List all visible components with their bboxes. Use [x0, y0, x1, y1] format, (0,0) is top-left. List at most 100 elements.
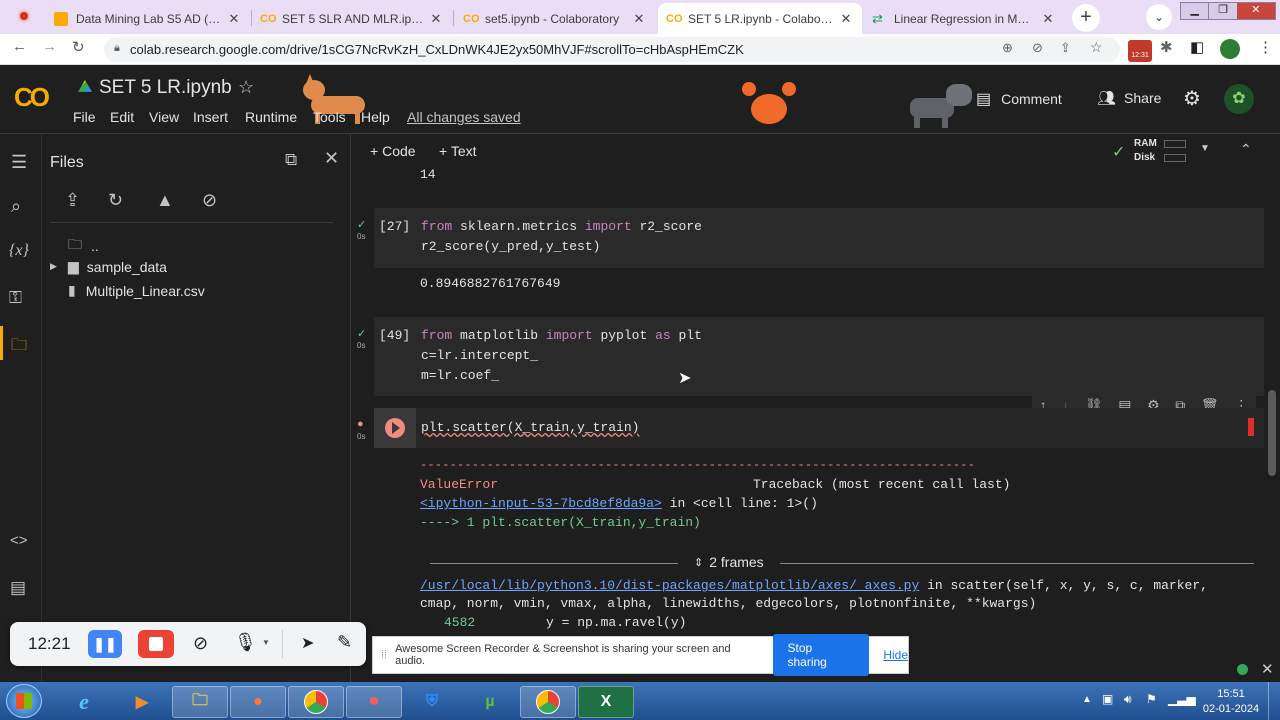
upload-icon[interactable]: ⇪	[65, 190, 80, 211]
tab-close-icon[interactable]: ✕	[631, 11, 647, 27]
user-avatar[interactable]: ✿	[1224, 84, 1254, 114]
camera-off-icon[interactable]: ⊘	[193, 633, 208, 654]
share-button[interactable]: 👥︎ Share	[1097, 89, 1161, 107]
vpn-taskbar-icon[interactable]: ⛨	[404, 686, 460, 718]
star-icon[interactable]: ☆	[238, 77, 254, 98]
firefox-taskbar-icon[interactable]: ●	[230, 686, 286, 718]
mount-drive-icon[interactable]: ▲	[156, 190, 174, 211]
colab-logo[interactable]: CO	[14, 82, 50, 113]
open-in-tab-icon[interactable]: ⧉	[285, 150, 297, 170]
pause-button[interactable]: ❚❚	[88, 630, 122, 658]
zoom-icon[interactable]: ⊕	[1002, 40, 1013, 56]
recorder-extension-icon[interactable]: 12:31	[1128, 40, 1152, 62]
browser-menu-icon[interactable]: ⋮	[1258, 38, 1273, 56]
start-button[interactable]	[6, 684, 42, 718]
volume-icon[interactable]: 🔊︎	[1124, 692, 1132, 707]
browser-tab[interactable]: CO SET 5 SLR AND MLR.ipynb - C ✕	[252, 3, 452, 34]
resources-indicator[interactable]: RAM Disk	[1134, 137, 1157, 165]
menu-tools[interactable]: Tools	[313, 109, 346, 125]
menu-runtime[interactable]: Runtime	[245, 109, 297, 125]
menu-file[interactable]: File	[73, 109, 96, 125]
code-line[interactable]: plt.scatter(X_train,y_train)	[421, 420, 639, 435]
media-player-taskbar-icon[interactable]: ▶	[114, 686, 170, 718]
profile-avatar[interactable]	[1220, 39, 1240, 59]
explorer-taskbar-icon[interactable]: 🗀︎	[172, 686, 228, 718]
drag-handle-icon[interactable]: ⁞⁞	[381, 649, 387, 661]
tab-search-icon[interactable]: ⌄	[1146, 4, 1172, 30]
code-cell-focused[interactable]: plt.scatter(X_train,y_train)	[374, 408, 1264, 448]
show-desktop-button[interactable]	[1268, 682, 1280, 720]
tab-close-icon[interactable]: ✕	[838, 11, 854, 27]
stop-sharing-button[interactable]: Stop sharing	[772, 634, 870, 676]
folder-icon[interactable]: 🗀︎	[11, 334, 27, 361]
ie-taskbar-icon[interactable]: e	[56, 686, 112, 718]
cursor-tool-icon[interactable]: ➤	[301, 633, 314, 653]
tray-icon[interactable]: ▣	[1102, 692, 1113, 706]
browser-tab[interactable]: ⇄ Linear Regression in Machine ✕	[864, 3, 1064, 34]
browser-tab-active[interactable]: CO SET 5 LR.ipynb - Colaborator ✕	[658, 3, 862, 34]
run-cell-button[interactable]	[385, 418, 405, 438]
scrollbar-thumb[interactable]	[1268, 390, 1276, 476]
add-text-button[interactable]: + Text	[439, 143, 477, 159]
address-bar[interactable]: 🔒︎ colab.research.google.com/drive/1sCG7…	[104, 37, 1120, 62]
hide-link[interactable]: Hide	[883, 648, 908, 662]
expand-frames-button[interactable]: ⇕ 2 frames	[694, 554, 764, 570]
code-cell[interactable]: [27] from sklearn.metrics import r2_scor…	[374, 208, 1264, 268]
taskbar-clock[interactable]: 15:51 02-01-2024	[1198, 687, 1264, 717]
file-item-csv[interactable]: ▮ Multiple_Linear.csv	[68, 282, 205, 299]
menu-insert[interactable]: Insert	[193, 109, 228, 125]
settings-gear-icon[interactable]: ⚙	[1183, 86, 1201, 111]
code-line[interactable]: c=lr.intercept_	[421, 348, 538, 363]
close-panel-icon[interactable]: ✕	[324, 148, 339, 169]
search-icon[interactable]: ⌕	[11, 196, 21, 217]
network-signal-icon[interactable]: ▁▃▅	[1168, 692, 1196, 706]
close-status-icon[interactable]: ✕	[1261, 660, 1274, 678]
browser-tab[interactable]: CO set5.ipynb - Colaboratory ✕	[455, 3, 655, 34]
hide-eye-icon[interactable]: ⊘	[1032, 40, 1043, 56]
secrets-key-icon[interactable]: ⚿	[9, 288, 22, 308]
back-icon[interactable]: ←	[12, 38, 27, 55]
collapse-icon[interactable]: ⌃	[1240, 141, 1252, 158]
resources-dropdown-icon[interactable]: ▼	[1200, 143, 1210, 154]
show-hidden-icons[interactable]: ▲	[1082, 694, 1092, 705]
action-center-flag-icon[interactable]: ⚑	[1146, 692, 1157, 706]
new-tab-button[interactable]: +	[1072, 4, 1100, 32]
menu-help[interactable]: Help	[361, 109, 390, 125]
code-snippets-icon[interactable]: <>	[10, 532, 28, 549]
code-cell[interactable]: [49] from matplotlib import pyplot as pl…	[374, 317, 1264, 396]
stop-button[interactable]	[138, 630, 174, 658]
terminal-icon[interactable]: ▤	[10, 578, 26, 598]
excel-taskbar-icon[interactable]: X	[578, 686, 634, 718]
forward-icon[interactable]: →	[42, 38, 57, 55]
reload-icon[interactable]: ↻	[72, 38, 85, 56]
maximize-icon[interactable]: ❐	[1208, 3, 1236, 19]
close-window-icon[interactable]: ✕	[1236, 3, 1276, 19]
notebook-title[interactable]: SET 5 LR.ipynb	[99, 77, 232, 99]
menu-edit[interactable]: Edit	[110, 109, 134, 125]
code-line[interactable]: r2_score(y_pred,y_test)	[421, 239, 600, 254]
comment-button[interactable]: ▤ Comment	[976, 89, 1062, 109]
sidepanel-icon[interactable]: ◧	[1190, 38, 1204, 56]
recorder-taskbar-icon[interactable]: ⏺	[346, 686, 402, 718]
chrome-taskbar-icon[interactable]	[288, 686, 344, 718]
toggle-hidden-icon[interactable]: ⊘	[202, 190, 217, 211]
table-of-contents-icon[interactable]: ☰	[11, 152, 27, 173]
file-item-sample-data[interactable]: ▶ ▆ sample_data	[50, 258, 167, 275]
tab-close-icon[interactable]: ✕	[1040, 11, 1056, 27]
code-line[interactable]: from sklearn.metrics import r2_score	[421, 219, 702, 234]
share-page-icon[interactable]: ⇪	[1060, 40, 1071, 56]
variables-icon[interactable]: {x}	[9, 242, 29, 260]
microphone-icon[interactable]: 🎙︎	[234, 632, 257, 653]
expand-arrow-icon[interactable]: ▶	[50, 261, 68, 272]
browser-tab[interactable]: Data Mining Lab S5 AD (2023 ✕	[46, 3, 250, 34]
save-status[interactable]: All changes saved	[407, 109, 521, 125]
file-item-parent[interactable]: 🗀︎ ..	[68, 234, 99, 258]
add-code-button[interactable]: + Code	[370, 143, 416, 159]
extensions-icon[interactable]: ✱	[1160, 38, 1173, 56]
utorrent-taskbar-icon[interactable]: µ	[462, 686, 518, 718]
refresh-folder-icon[interactable]: ↻	[108, 190, 123, 211]
pen-tool-icon[interactable]: ✎	[337, 632, 352, 653]
tab-close-icon[interactable]: ✕	[428, 11, 444, 27]
mic-dropdown-icon[interactable]: ▼	[262, 638, 270, 647]
minimize-icon[interactable]: ▁	[1181, 3, 1208, 19]
